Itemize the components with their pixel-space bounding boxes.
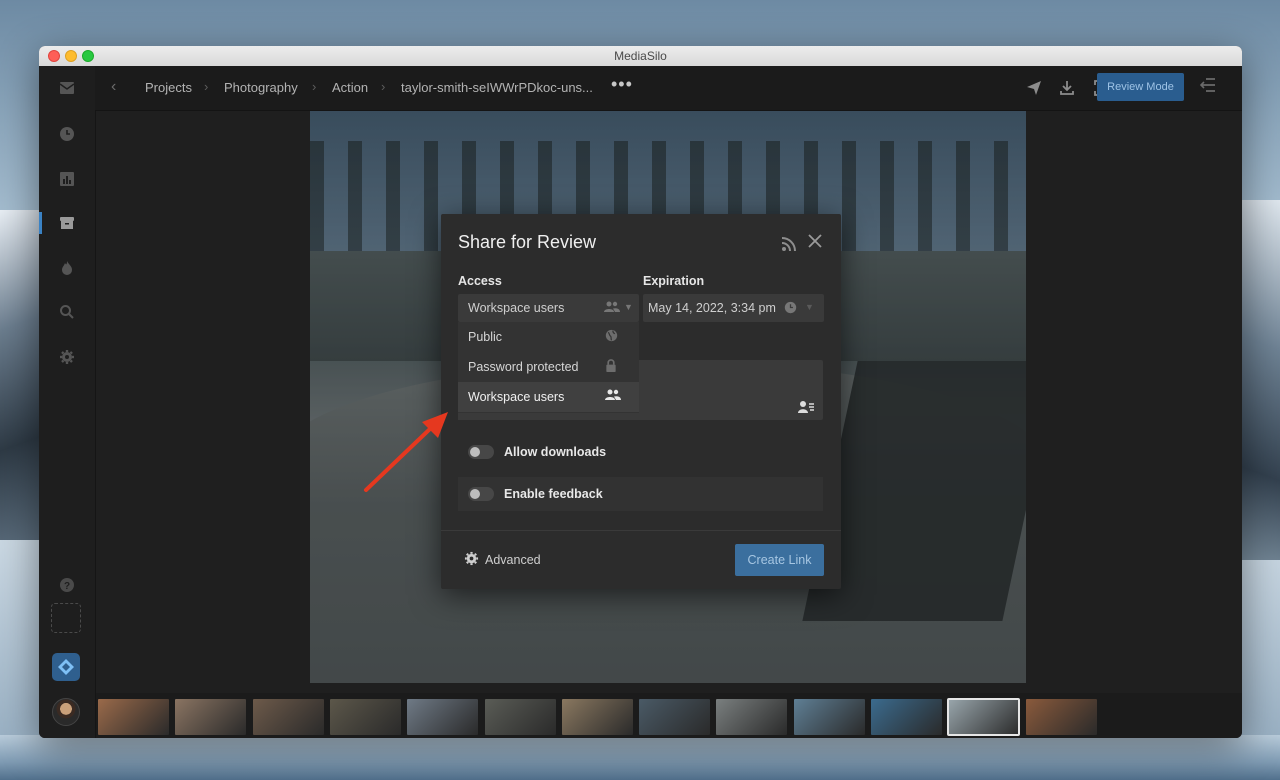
- download-icon[interactable]: [1057, 78, 1077, 98]
- clock-icon[interactable]: [55, 122, 79, 146]
- recipients-field-edge: [458, 413, 639, 420]
- clock-icon: [784, 301, 797, 317]
- allow-downloads-row: Allow downloads: [458, 435, 823, 469]
- archive-icon[interactable]: [55, 211, 79, 235]
- more-options-icon[interactable]: •••: [611, 74, 633, 95]
- chevron-down-icon: ▼: [624, 302, 633, 312]
- filmstrip-thumbnail[interactable]: [639, 699, 711, 735]
- dialog-divider: [441, 530, 841, 531]
- annotation-arrow-icon: [364, 412, 448, 492]
- filmstrip-thumbnail[interactable]: [871, 699, 942, 735]
- enable-feedback-toggle[interactable]: [468, 487, 494, 501]
- enable-feedback-row: Enable feedback: [458, 477, 823, 511]
- top-bar: ‹ Projects › Photography › Action › tayl…: [95, 66, 1242, 111]
- dialog-title: Share for Review: [458, 232, 597, 252]
- lock-icon: [605, 359, 617, 375]
- chevron-down-icon: ▼: [805, 302, 814, 312]
- close-icon[interactable]: [807, 233, 823, 253]
- breadcrumb-current-file: taylor-smith-seIWWrPDkoc-uns...: [401, 80, 593, 95]
- access-option-password-protected[interactable]: Password protected: [458, 352, 639, 382]
- filmstrip-thumbnail[interactable]: [716, 699, 788, 735]
- workspace-logo-icon[interactable]: [52, 653, 80, 681]
- help-icon[interactable]: ?: [55, 573, 79, 597]
- analytics-icon[interactable]: [55, 167, 79, 191]
- advanced-button[interactable]: Advanced: [485, 553, 541, 567]
- breadcrumb-separator-icon: ›: [204, 79, 209, 94]
- create-link-button[interactable]: Create Link: [735, 544, 824, 576]
- flame-icon[interactable]: [55, 256, 79, 280]
- gear-icon[interactable]: [55, 345, 79, 369]
- filmstrip-thumbnail[interactable]: [484, 699, 556, 735]
- filmstrip-thumbnail[interactable]: [561, 699, 633, 735]
- filmstrip-thumbnail[interactable]: [1025, 699, 1097, 735]
- allow-downloads-toggle[interactable]: [468, 445, 494, 459]
- filmstrip-thumbnail[interactable]: [947, 698, 1021, 736]
- filmstrip-thumbnail[interactable]: [98, 699, 169, 735]
- sidebar-active-indicator: [39, 212, 42, 234]
- desktop-mountain-right: [1240, 200, 1280, 560]
- filmstrip-thumbnail[interactable]: [252, 699, 324, 735]
- access-option-label: Workspace users: [468, 390, 565, 404]
- svg-text:?: ?: [64, 581, 70, 592]
- user-avatar[interactable]: [52, 698, 80, 726]
- desktop-snow: [0, 735, 1280, 780]
- expiration-label: Expiration: [643, 274, 705, 288]
- back-chevron-icon[interactable]: ‹: [111, 78, 116, 96]
- allow-downloads-label: Allow downloads: [504, 445, 607, 459]
- collapse-panel-icon[interactable]: [1199, 78, 1216, 97]
- breadcrumb-separator-icon: ›: [381, 79, 386, 94]
- expiration-select[interactable]: May 14, 2022, 3:34 pm ▼: [643, 294, 824, 322]
- breadcrumb-photography[interactable]: Photography: [224, 80, 298, 95]
- recipients-field[interactable]: [638, 360, 823, 420]
- access-select-value: Workspace users: [468, 301, 565, 315]
- title-bar: MediaSilo: [39, 46, 1242, 67]
- window-title: MediaSilo: [614, 49, 667, 63]
- access-select[interactable]: Workspace users ▼: [458, 294, 639, 322]
- expiration-select-value: May 14, 2022, 3:34 pm: [648, 301, 776, 315]
- access-option-public[interactable]: Public: [458, 322, 639, 352]
- filmstrip: [96, 696, 1242, 738]
- enable-feedback-label: Enable feedback: [504, 487, 603, 501]
- access-option-label: Password protected: [468, 360, 579, 374]
- filmstrip-thumbnail[interactable]: [175, 699, 247, 735]
- review-mode-button[interactable]: Review Mode: [1097, 73, 1184, 101]
- access-option-label: Public: [468, 330, 503, 344]
- filmstrip-thumbnail[interactable]: [793, 699, 865, 735]
- filmstrip-thumbnail[interactable]: [407, 699, 479, 735]
- contacts-icon[interactable]: [798, 400, 814, 417]
- filmstrip-thumbnail[interactable]: [329, 699, 401, 735]
- rss-icon[interactable]: [781, 236, 799, 254]
- gear-icon[interactable]: [464, 551, 479, 570]
- inbox-icon[interactable]: [55, 76, 79, 100]
- breadcrumb-projects[interactable]: Projects: [145, 80, 192, 95]
- access-option-workspace-users[interactable]: Workspace users: [458, 382, 639, 412]
- share-for-review-dialog: Share for Review Access Expiration Works…: [441, 214, 841, 589]
- breadcrumb-separator-icon: ›: [312, 79, 317, 94]
- users-icon: [605, 389, 621, 404]
- sidebar: ?: [39, 66, 96, 738]
- users-icon: [604, 301, 620, 316]
- desktop-mountain-left: [0, 210, 40, 540]
- access-dropdown-menu: Public Password protected Workspace user…: [458, 322, 639, 413]
- search-icon[interactable]: [55, 300, 79, 324]
- breadcrumb-action[interactable]: Action: [332, 80, 368, 95]
- globe-icon: [605, 329, 618, 345]
- add-workspace-placeholder[interactable]: [51, 603, 81, 633]
- access-label: Access: [458, 274, 502, 288]
- send-icon[interactable]: [1024, 78, 1044, 98]
